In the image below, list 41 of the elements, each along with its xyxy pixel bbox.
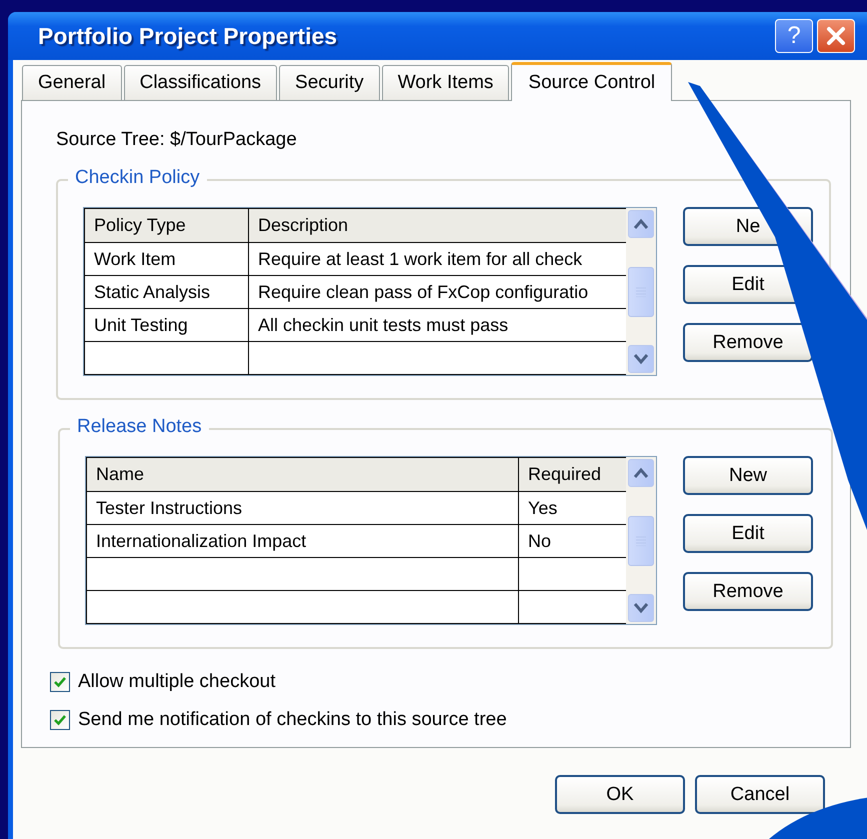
- scroll-up-button[interactable]: [628, 459, 654, 487]
- column-header[interactable]: Policy Type: [85, 209, 248, 242]
- tab[interactable]: Security: [279, 65, 380, 100]
- column-header[interactable]: Name: [87, 458, 518, 491]
- tab[interactable]: General: [22, 65, 122, 100]
- table-cell-text: Unit Testing: [93, 314, 189, 337]
- group-title: Checkin Policy: [68, 167, 207, 189]
- chevron-up-icon: [633, 218, 649, 230]
- scrollbar-thumb[interactable]: [628, 516, 654, 566]
- table-cell-text: Tester Instructions: [95, 496, 244, 520]
- check-icon: [53, 675, 67, 689]
- dialog-button[interactable]: OK: [555, 775, 685, 814]
- tab[interactable]: Classifications: [124, 65, 278, 100]
- scrollbar-thumb[interactable]: [628, 266, 654, 316]
- scroll-down-button[interactable]: [628, 345, 654, 373]
- check-icon: [53, 713, 67, 727]
- scrollbar[interactable]: [626, 457, 656, 624]
- chevron-up-icon: [633, 467, 649, 479]
- window-title: Portfolio Project Properties: [38, 22, 338, 50]
- dialog-button[interactable]: Edit: [683, 514, 813, 553]
- scroll-down-button[interactable]: [628, 594, 654, 622]
- table-cell-text: Work Item: [93, 248, 177, 270]
- chevron-down-icon: [633, 602, 649, 614]
- table-cell-text: Internationalization Impact: [95, 530, 308, 553]
- dialog-button[interactable]: Remove: [683, 572, 813, 611]
- checkbox[interactable]: [50, 710, 70, 730]
- close-icon: [825, 25, 847, 47]
- checkbox-label[interactable]: Send me notification of checkins to this source tree: [78, 709, 507, 731]
- table-cell-text: Static Analysis: [93, 280, 212, 304]
- tab[interactable]: Source Control: [511, 62, 672, 101]
- scroll-up-button[interactable]: [628, 210, 654, 238]
- checkbox[interactable]: [50, 672, 70, 692]
- chevron-down-icon: [633, 353, 649, 365]
- dialog-button[interactable]: Cancel: [695, 775, 825, 814]
- dialog-button[interactable]: New: [683, 456, 813, 495]
- close-button[interactable]: [817, 19, 855, 53]
- dialog-button[interactable]: Remove: [683, 323, 813, 362]
- scrollbar[interactable]: [626, 208, 656, 375]
- checkbox-label[interactable]: Allow multiple checkout: [78, 671, 276, 693]
- source-tree-label: Source Tree: $/TourPackage: [56, 129, 298, 151]
- tab[interactable]: Work Items: [382, 65, 510, 100]
